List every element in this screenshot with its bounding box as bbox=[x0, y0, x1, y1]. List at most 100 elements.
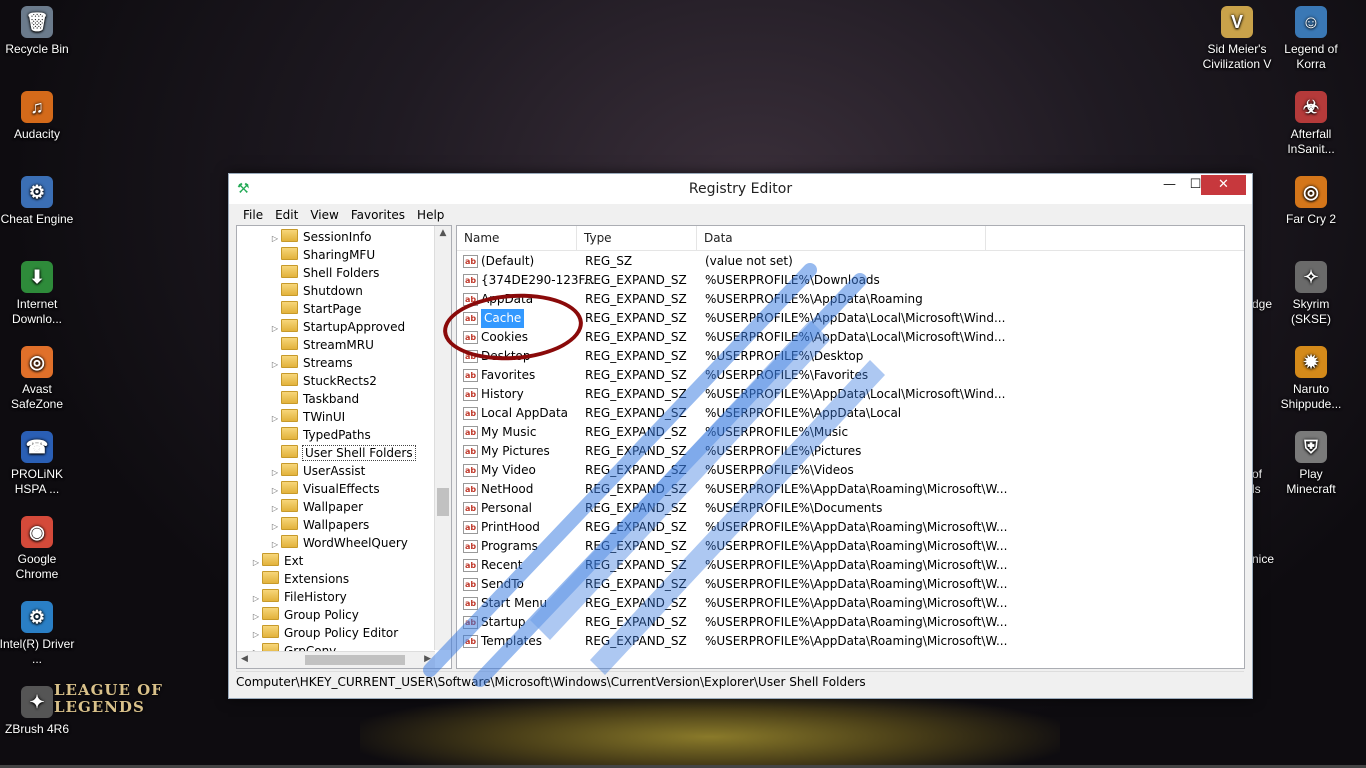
value-name: Personal bbox=[481, 501, 533, 515]
value-row[interactable]: ab Start Menu REG_EXPAND_SZ %USERPROFILE%\A… bbox=[457, 594, 1244, 613]
desktop-right-icon-4[interactable]: ✧ Skyrim (SKSE) bbox=[1273, 257, 1349, 327]
menu-file[interactable]: File bbox=[237, 206, 269, 224]
column-header-type[interactable]: Type bbox=[577, 226, 697, 250]
desktop-icon-label: Naruto Shippude... bbox=[1280, 382, 1342, 411]
tree-item[interactable]: ▷ Group Policy Editor bbox=[250, 624, 398, 642]
folder-icon bbox=[281, 427, 298, 440]
value-row[interactable]: ab NetHood REG_EXPAND_SZ %USERPROFILE%\AppD… bbox=[457, 480, 1244, 499]
value-row[interactable]: ab Local AppData REG_EXPAND_SZ %USERPROFILE… bbox=[457, 404, 1244, 423]
tree-hscroll-thumb[interactable] bbox=[305, 655, 405, 665]
value-row[interactable]: ab Templates REG_EXPAND_SZ %USERPROFILE%\Ap… bbox=[457, 632, 1244, 651]
tree-item[interactable]: Taskband bbox=[269, 390, 359, 408]
desktop-icon-label: Internet Downlo... bbox=[11, 297, 63, 326]
tree-item-label: FileHistory bbox=[284, 590, 347, 604]
value-row[interactable]: ab History REG_EXPAND_SZ %USERPROFILE%\AppD… bbox=[457, 385, 1244, 404]
app-icon: ☎ bbox=[21, 431, 53, 463]
tree-item[interactable]: ▷ FileHistory bbox=[250, 588, 347, 606]
minimize-button[interactable]: — bbox=[1156, 175, 1183, 195]
tree-horizontal-scrollbar[interactable]: ◀ ▶ bbox=[237, 651, 435, 668]
string-value-icon: ab bbox=[463, 274, 478, 287]
desktop-right-a-icon-0[interactable]: V Sid Meier's Civilization V bbox=[1199, 2, 1275, 72]
key-tree-pane[interactable]: ▷ SessionInfo SharingMFU Shell Folders Shutd… bbox=[236, 225, 452, 669]
desktop-left-icon-6[interactable]: ◉ Google Chrome bbox=[0, 512, 75, 582]
value-type: REG_EXPAND_SZ bbox=[585, 273, 687, 287]
value-row[interactable]: ab AppData REG_EXPAND_SZ %USERPROFILE%\AppD… bbox=[457, 290, 1244, 309]
value-type: REG_EXPAND_SZ bbox=[585, 501, 687, 515]
tree-item[interactable]: ▷ Ext bbox=[250, 552, 303, 570]
desktop-icon-label: Play Minecraft bbox=[1286, 467, 1336, 496]
app-icon: ✹ bbox=[1295, 346, 1327, 378]
value-row[interactable]: ab SendTo REG_EXPAND_SZ %USERPROFILE%\AppDa… bbox=[457, 575, 1244, 594]
tree-item[interactable]: ▷ VisualEffects bbox=[269, 480, 380, 498]
value-data: %USERPROFILE%\AppData\Roaming\Microsoft\… bbox=[705, 577, 1008, 591]
desktop-right-icon-3[interactable]: ◎ Far Cry 2 bbox=[1273, 172, 1349, 227]
string-value-icon: ab bbox=[463, 616, 478, 629]
tree-item[interactable]: ▷ Streams bbox=[269, 354, 353, 372]
tree-item-label: Shutdown bbox=[303, 284, 363, 298]
menu-favorites[interactable]: Favorites bbox=[345, 206, 411, 224]
scroll-left-icon[interactable]: ◀ bbox=[241, 654, 248, 664]
value-row[interactable]: ab (Default) REG_SZ (value not set) bbox=[457, 252, 1244, 271]
tree-item-label: Taskband bbox=[303, 392, 360, 406]
desktop-right-icon-1[interactable]: ☺ Legend of Korra bbox=[1273, 2, 1349, 72]
value-row[interactable]: ab Favorites REG_EXPAND_SZ %USERPROFILE%\Fa… bbox=[457, 366, 1244, 385]
tree-item[interactable]: StreamMRU bbox=[269, 336, 374, 354]
tree-item[interactable]: User Shell Folders bbox=[269, 444, 416, 462]
value-row[interactable]: ab Recent REG_EXPAND_SZ %USERPROFILE%\AppDa… bbox=[457, 556, 1244, 575]
tree-item[interactable]: SharingMFU bbox=[269, 246, 375, 264]
value-row[interactable]: ab Startup REG_EXPAND_SZ %USERPROFILE%\AppD… bbox=[457, 613, 1244, 632]
tree-item[interactable]: ▷ StartupApproved bbox=[269, 318, 405, 336]
value-data: %USERPROFILE%\Favorites bbox=[705, 368, 869, 382]
menu-edit[interactable]: Edit bbox=[269, 206, 304, 224]
desktop-left-icon-0[interactable]: 🗑 Recycle Bin bbox=[0, 2, 75, 57]
value-row[interactable]: ab My Video REG_EXPAND_SZ %USERPROFILE%\Vid… bbox=[457, 461, 1244, 480]
tree-item[interactable]: ▷ Group Policy bbox=[250, 606, 359, 624]
title-bar[interactable]: ⚒ Registry Editor — ☐ ✕ bbox=[229, 174, 1252, 204]
column-header-name[interactable]: Name bbox=[457, 226, 577, 250]
scroll-up-icon[interactable]: ▲ bbox=[435, 228, 451, 238]
value-row[interactable]: ab PrintHood REG_EXPAND_SZ %USERPROFILE%\Ap… bbox=[457, 518, 1244, 537]
tree-item[interactable]: ▷ UserAssist bbox=[269, 462, 365, 480]
desktop-left-icon-7[interactable]: ⚙ Intel(R) Driver ... bbox=[0, 597, 75, 667]
tree-item[interactable]: ▷ Wallpapers bbox=[269, 516, 369, 534]
column-header-data[interactable]: Data bbox=[697, 226, 986, 250]
tree-item[interactable]: Shell Folders bbox=[269, 264, 379, 282]
tree-item[interactable]: Shutdown bbox=[269, 282, 363, 300]
tree-item[interactable]: StuckRects2 bbox=[269, 372, 377, 390]
value-row[interactable]: ab Programs REG_EXPAND_SZ %USERPROFILE%\App… bbox=[457, 537, 1244, 556]
close-button[interactable]: ✕ bbox=[1201, 175, 1246, 195]
desktop-left-icon-1[interactable]: ♫ Audacity bbox=[0, 87, 75, 142]
scroll-right-icon[interactable]: ▶ bbox=[424, 654, 431, 664]
tree-item[interactable]: ▷ Wallpaper bbox=[269, 498, 363, 516]
menu-view[interactable]: View bbox=[304, 206, 344, 224]
folder-icon bbox=[281, 373, 298, 386]
folder-icon bbox=[281, 355, 298, 368]
menu-help[interactable]: Help bbox=[411, 206, 450, 224]
desktop-left-icon-3[interactable]: ⬇ Internet Downlo... bbox=[0, 257, 75, 327]
tree-item[interactable]: ▷ WordWheelQuery bbox=[269, 534, 408, 552]
desktop-right-icon-2[interactable]: ☣ Afterfall InSanit... bbox=[1273, 87, 1349, 157]
value-row[interactable]: ab {374DE290-123F... REG_EXPAND_SZ %USERPRO… bbox=[457, 271, 1244, 290]
tree-item[interactable]: ▷ SessionInfo bbox=[269, 228, 372, 246]
tree-vertical-scrollbar[interactable]: ▲ bbox=[434, 226, 451, 650]
value-type: REG_EXPAND_SZ bbox=[585, 577, 687, 591]
tree-item[interactable]: StartPage bbox=[269, 300, 361, 318]
value-data: %USERPROFILE%\Pictures bbox=[705, 444, 862, 458]
desktop-right-icon-5[interactable]: ✹ Naruto Shippude... bbox=[1273, 342, 1349, 412]
desktop-left-icon-2[interactable]: ⚙ Cheat Engine bbox=[0, 172, 75, 227]
value-row[interactable]: ab Personal REG_EXPAND_SZ %USERPROFILE%\Doc… bbox=[457, 499, 1244, 518]
tree-item[interactable]: TypedPaths bbox=[269, 426, 371, 444]
value-row[interactable]: ab Desktop REG_EXPAND_SZ %USERPROFILE%\Desk… bbox=[457, 347, 1244, 366]
value-row[interactable]: ab My Music REG_EXPAND_SZ %USERPROFILE%\Mus… bbox=[457, 423, 1244, 442]
desktop-right-icon-6[interactable]: ⛨ Play Minecraft bbox=[1273, 427, 1349, 497]
value-data: %USERPROFILE%\AppData\Roaming\Microsoft\… bbox=[705, 596, 1008, 610]
tree-item[interactable]: Extensions bbox=[250, 570, 349, 588]
desktop-left-icon-4[interactable]: ◎ Avast SafeZone bbox=[0, 342, 75, 412]
tree-vscroll-thumb[interactable] bbox=[437, 488, 449, 516]
value-row[interactable]: ab My Pictures REG_EXPAND_SZ %USERPROFILE%\… bbox=[457, 442, 1244, 461]
desktop-icon-label: Recycle Bin bbox=[5, 42, 69, 56]
tree-item[interactable]: ▷ TWinUI bbox=[269, 408, 345, 426]
app-icon: ⚙ bbox=[21, 176, 53, 208]
values-pane[interactable]: Name Type Data ab (Default) REG_SZ (value n… bbox=[456, 225, 1245, 669]
desktop-left-icon-5[interactable]: ☎ PROLiNK HSPA ... bbox=[0, 427, 75, 497]
